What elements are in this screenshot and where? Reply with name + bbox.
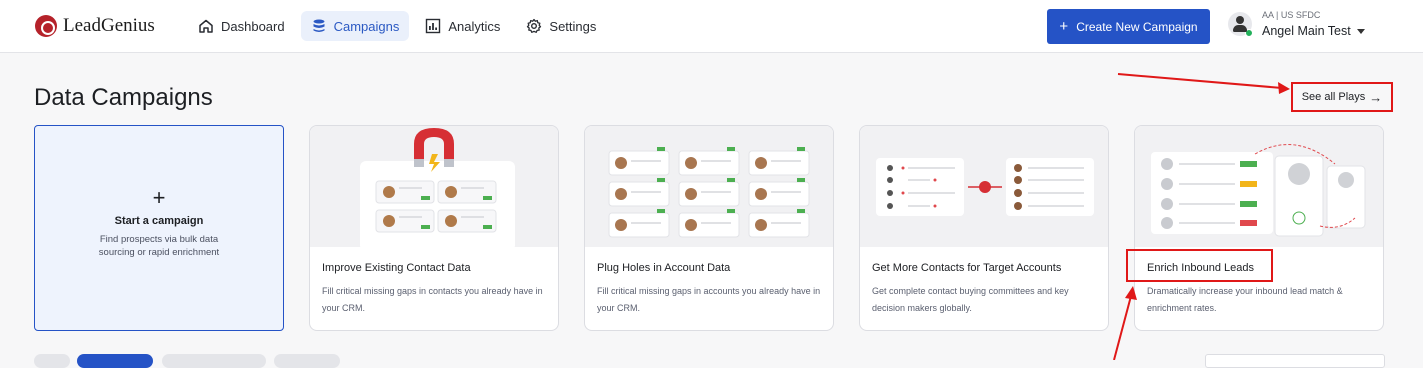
contact-data-illustration <box>310 126 558 247</box>
card-title: Improve Existing Contact Data <box>322 262 471 274</box>
filter-pill-active[interactable] <box>77 354 153 368</box>
user-meta: AA | US SFDC Angel Main Test <box>1262 10 1365 38</box>
user-menu[interactable]: AA | US SFDC Angel Main Test <box>1228 10 1365 38</box>
filter-pill[interactable] <box>274 354 340 368</box>
database-icon <box>313 19 325 32</box>
see-all-plays-link[interactable]: See all Plays → <box>1291 82 1393 112</box>
play-card-plug-account-data[interactable]: Plug Holes in Account Data Fill critical… <box>584 125 834 331</box>
card-description: Dramatically increase your inbound lead … <box>1147 286 1343 313</box>
leadgenius-logo-icon <box>35 15 57 37</box>
card-body: Improve Existing Contact Data Fill criti… <box>322 262 548 317</box>
start-campaign-title: Start a campaign <box>114 215 204 227</box>
nav-item-label: Settings <box>549 18 597 34</box>
accounts-to-contacts-illustration-icon <box>876 158 1094 216</box>
start-campaign-description: Find prospects via bulk data sourcing or… <box>98 234 220 258</box>
nav-item-label: Analytics <box>448 18 501 34</box>
page-title: Data Campaigns <box>34 84 213 111</box>
card-description: Fill critical missing gaps in contacts y… <box>322 286 543 313</box>
card-body: Get More Contacts for Target Accounts Ge… <box>872 262 1098 317</box>
gear-icon <box>527 18 542 33</box>
card-body: Plug Holes in Account Data Fill critical… <box>597 262 823 317</box>
create-new-campaign-button[interactable]: + Create New Campaign <box>1047 9 1210 44</box>
home-icon <box>199 19 213 33</box>
user-name-row: Angel Main Test <box>1262 24 1365 38</box>
card-description: Get complete contact buying committees a… <box>872 286 1069 313</box>
nav-item-campaigns[interactable]: Campaigns <box>300 11 410 41</box>
app-name: LeadGenius <box>63 15 155 36</box>
start-campaign-card[interactable]: + Start a campaign Find prospects via bu… <box>34 125 284 331</box>
chevron-down-icon <box>1356 28 1365 34</box>
main-nav: Dashboard Campaigns Analytics Settings <box>188 11 606 41</box>
online-status-dot <box>1245 29 1253 37</box>
play-card-enrich-inbound-leads[interactable]: Enrich Inbound Leads Dramatically increa… <box>1134 125 1384 331</box>
search-input[interactable] <box>1205 354 1385 368</box>
account-grid-illustration-icon <box>608 147 810 238</box>
magnet-illustration-icon <box>360 128 515 247</box>
bar-chart-icon <box>426 18 441 34</box>
plus-icon: + <box>152 185 166 210</box>
target-accounts-illustration <box>860 126 1108 247</box>
annotation-arrow-top <box>1117 73 1290 94</box>
user-org: AA | US SFDC <box>1262 10 1321 20</box>
top-navigation-bar: LeadGenius Dashboard Campaigns Analytics… <box>0 0 1423 53</box>
filter-pill[interactable] <box>162 354 266 368</box>
nav-item-settings[interactable]: Settings <box>516 11 606 41</box>
card-title: Plug Holes in Account Data <box>597 262 731 274</box>
arrow-right-icon: → <box>1369 89 1383 105</box>
nav-item-label: Dashboard <box>221 18 285 34</box>
filter-pill[interactable] <box>34 354 70 368</box>
app-logo[interactable]: LeadGenius <box>35 15 155 37</box>
inbound-leads-illustration <box>1135 126 1383 247</box>
play-card-improve-contact-data[interactable]: Improve Existing Contact Data Fill criti… <box>309 125 559 331</box>
annotation-arrow-bottom <box>1113 286 1137 360</box>
plus-icon: + <box>1059 17 1069 35</box>
card-description: Fill critical missing gaps in accounts y… <box>597 286 821 313</box>
nav-item-dashboard[interactable]: Dashboard <box>188 11 295 41</box>
lead-enrichment-illustration-icon <box>1151 144 1366 237</box>
user-name: Angel Main Test <box>1262 24 1351 38</box>
play-card-target-accounts[interactable]: Get More Contacts for Target Accounts Ge… <box>859 125 1109 331</box>
user-avatar-icon <box>1228 12 1253 37</box>
nav-item-analytics[interactable]: Analytics <box>415 11 510 41</box>
see-all-label: See all Plays <box>1301 91 1366 103</box>
create-button-label: Create New Campaign <box>1076 19 1198 34</box>
annotation-highlight-box <box>1126 249 1273 282</box>
account-data-illustration <box>585 126 833 247</box>
nav-item-label: Campaigns <box>333 18 400 34</box>
card-title: Get More Contacts for Target Accounts <box>872 262 1062 274</box>
